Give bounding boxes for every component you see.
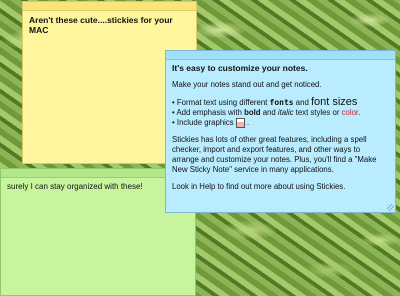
graphic-icon: [235, 118, 245, 128]
note-title-bar[interactable]: [166, 51, 395, 60]
note-body: Stickies has lots of other great feature…: [172, 135, 377, 175]
list-item: Add emphasis with bold and italic text s…: [172, 108, 389, 118]
note-heading: It's easy to customize your notes.: [172, 63, 308, 73]
resize-handle[interactable]: [387, 204, 394, 211]
note-text[interactable]: It's easy to customize your notes. Make …: [166, 60, 395, 202]
note-title-bar[interactable]: [23, 2, 196, 11]
sticky-note-blue[interactable]: It's easy to customize your notes. Make …: [165, 50, 396, 213]
note-intro: Make your notes stand out and get notice…: [172, 80, 322, 89]
note-text[interactable]: Aren't these cute....stickies for your M…: [23, 11, 196, 39]
list-item: Include graphics .: [172, 118, 389, 128]
feature-list: Format text using different fonts and fo…: [172, 97, 389, 128]
note-footer: Look in Help to find out more about usin…: [172, 182, 346, 192]
list-item: Format text using different fonts and fo…: [172, 97, 389, 108]
